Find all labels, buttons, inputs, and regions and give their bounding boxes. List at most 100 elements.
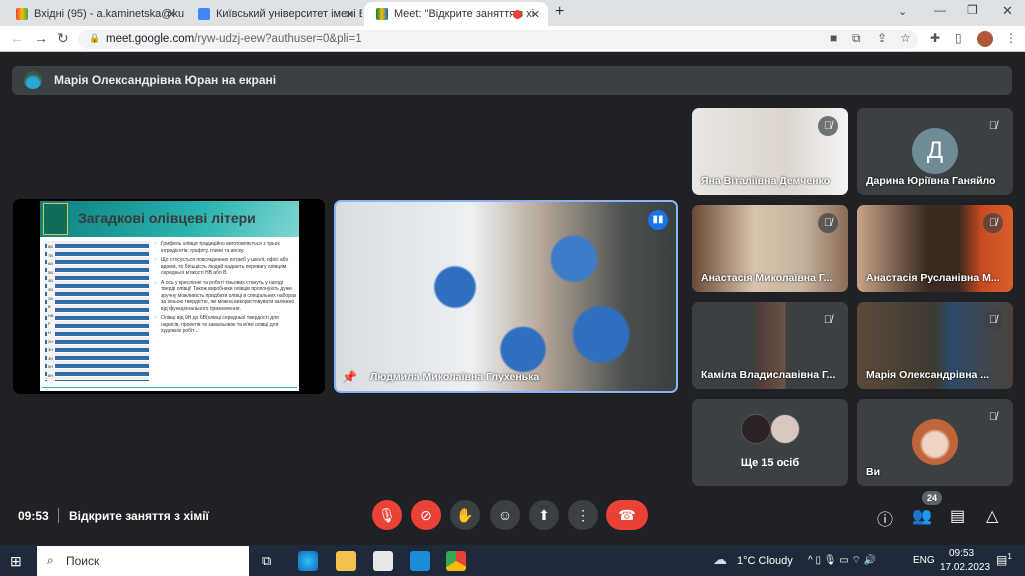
speaking-indicator-icon: ▮▮ [648, 210, 668, 230]
reload-button[interactable]: ↻ [57, 30, 69, 47]
share-icon[interactable]: ⇪ [877, 31, 887, 45]
participant-name: Яна Віталіївна Демченко [701, 175, 831, 187]
presenting-banner: Марія Олександрівна Юран на екрані [12, 66, 1012, 95]
taskbar-time[interactable]: 09:53 [949, 548, 974, 559]
back-button[interactable]: ← [10, 30, 24, 46]
avatar [770, 414, 800, 444]
mic-muted-icon: 🎙̸ [983, 116, 1003, 136]
forward-button[interactable]: → [34, 30, 48, 46]
microphone-off-button[interactable]: 🎙 [372, 500, 402, 530]
tab-meet[interactable]: Meet: "Відкрите заняття з хі ✕ [364, 2, 548, 26]
close-tab-icon[interactable]: ✕ [345, 8, 354, 21]
weather-text[interactable]: 1°C Cloudy [737, 555, 793, 567]
more-participants-label: Ще 15 осіб [740, 457, 800, 469]
camera-off-button[interactable]: ⊘ [411, 500, 441, 530]
people-icon[interactable]: 👥 [912, 506, 932, 526]
taskbar-search[interactable]: ⌕ Поиск [37, 546, 249, 576]
participant-tile[interactable]: Каміла Владиславівна Г... 🎙̸ [692, 302, 848, 389]
meet-icon [376, 8, 388, 20]
new-tab-button[interactable]: + [555, 3, 564, 21]
participant-name: Анастасія Миколаївна Г... [701, 272, 833, 284]
info-icon[interactable]: ⓘ [877, 506, 893, 530]
participant-tile[interactable]: Д Дарина Юріївна Ганяйло 🎙̸ [857, 108, 1013, 195]
camera-icon[interactable]: ■ [830, 31, 837, 45]
slide-title: Загадкові олівцеві літери [78, 210, 256, 226]
menu-icon[interactable]: ⋮ [1005, 31, 1017, 45]
translate-icon[interactable]: ⧉ [852, 31, 861, 46]
main-video-tile[interactable]: ▮▮ 📌 Людмила Миколаївна Глухенька [334, 200, 678, 393]
taskbar-date[interactable]: 17.02.2023 [940, 562, 990, 573]
participant-name: Каміла Владиславівна Г... [701, 369, 836, 381]
tray-icons[interactable]: ^ ▯ 🎙 ▭ ⌔ 🔊 [808, 554, 876, 567]
grade-label: 2B [48, 295, 53, 301]
close-window-button[interactable]: ✕ [1002, 3, 1013, 19]
participant-tile[interactable]: Анастасія Миколаївна Г... 🎙̸ [692, 205, 848, 292]
recording-icon [513, 9, 522, 19]
pencils-image [45, 241, 149, 381]
mic-muted-icon: 🎙̸ [818, 116, 838, 136]
grade-label: 6B [48, 261, 53, 267]
grade-label: 4H [48, 355, 54, 361]
store-icon[interactable] [373, 551, 393, 571]
pin-icon[interactable]: 📌 [342, 370, 357, 384]
side-panel-icon[interactable]: ▯ [955, 31, 962, 45]
bookmark-star-icon[interactable]: ☆ [900, 31, 911, 45]
avatar [741, 414, 771, 444]
lock-icon: 🔒 [89, 33, 101, 43]
mail-icon[interactable] [410, 551, 430, 571]
mic-muted-icon: 🎙̸ [983, 310, 1003, 330]
grade-label: 4B [48, 278, 53, 284]
activities-icon[interactable]: △ [986, 506, 998, 526]
tab-gmail[interactable]: Вхідні (95) - a.kaminetska@kubg ✕ [4, 2, 184, 26]
task-view-icon[interactable]: ⧉ [262, 553, 271, 569]
emoji-reaction-button[interactable]: ☺ [490, 500, 520, 530]
participant-tile[interactable]: Анастасія Русланівна М... 🎙̸ [857, 205, 1013, 292]
presentation-tile[interactable]: Загадкові олівцеві літери Грифель олівця… [13, 199, 325, 394]
mic-muted-icon: 🎙̸ [818, 310, 838, 330]
chat-icon[interactable]: ▤ [950, 506, 965, 526]
participant-name: Людмила Миколаївна Глухенька [370, 371, 540, 383]
extensions-icon[interactable]: ✚ [930, 31, 940, 45]
grade-label: HB [48, 312, 54, 318]
avatar: Д [912, 128, 958, 174]
mic-muted-icon: 🎙̸ [983, 213, 1003, 233]
university-logo [43, 203, 68, 235]
calendar-icon [198, 8, 210, 20]
participant-tile[interactable]: Яна Віталіївна Демченко 🎙̸ [692, 108, 848, 195]
language-indicator[interactable]: ENG [913, 555, 935, 566]
grade-label: 3B [48, 286, 53, 292]
tab-calendar[interactable]: Київський університет імені Бор✕ [186, 2, 362, 26]
leave-call-button[interactable]: ☎ [606, 500, 648, 530]
close-tab-icon[interactable]: ✕ [531, 8, 540, 21]
mic-muted-icon: 🎙̸ [818, 213, 838, 233]
slide: Загадкові олівцеві літери Грифель олівця… [40, 201, 299, 391]
slide-bullet: Грифель олівця традиційно виготовляється… [154, 241, 297, 254]
raise-hand-button[interactable]: ✋ [450, 500, 480, 530]
close-tab-icon[interactable]: ✕ [167, 8, 176, 21]
weather-icon: ☁ [713, 551, 727, 567]
profile-avatar[interactable] [977, 31, 993, 47]
grade-label: 5B [48, 269, 53, 275]
participant-tile[interactable]: Марія Олександрівна ... 🎙̸ [857, 302, 1013, 389]
participant-tile[interactable]: Ви 🎙̸ [857, 399, 1013, 486]
present-screen-button[interactable]: ⬆ [529, 500, 559, 530]
slide-bullet: А ось у кресленні та роботі тіньових ста… [154, 280, 297, 313]
minimize-button[interactable]: — [934, 3, 946, 17]
file-explorer-icon[interactable] [336, 551, 356, 571]
address-bar[interactable]: 🔒 meet.google.com/ryw-udzj-eew?authuser=0… [78, 30, 918, 49]
chrome-icon[interactable] [446, 551, 466, 571]
maximize-button[interactable]: ❐ [967, 3, 978, 17]
grade-label: 6H [48, 372, 54, 378]
grade-label: F [48, 321, 51, 327]
more-participants-tile[interactable]: Ще 15 осіб [692, 399, 848, 486]
grade-label: 5H [48, 364, 54, 370]
edge-icon[interactable] [298, 551, 318, 571]
notifications-icon[interactable]: ▤1 [996, 552, 1012, 567]
grade-label: 8B [48, 244, 53, 249]
participant-name: Марія Олександрівна ... [866, 369, 990, 381]
more-options-button[interactable]: ⋮ [568, 500, 598, 530]
tab-search-icon[interactable]: ⌄ [898, 5, 907, 18]
gmail-icon [16, 8, 28, 20]
grade-label: B [48, 304, 51, 310]
windows-start-icon[interactable]: ⊞ [10, 553, 22, 570]
